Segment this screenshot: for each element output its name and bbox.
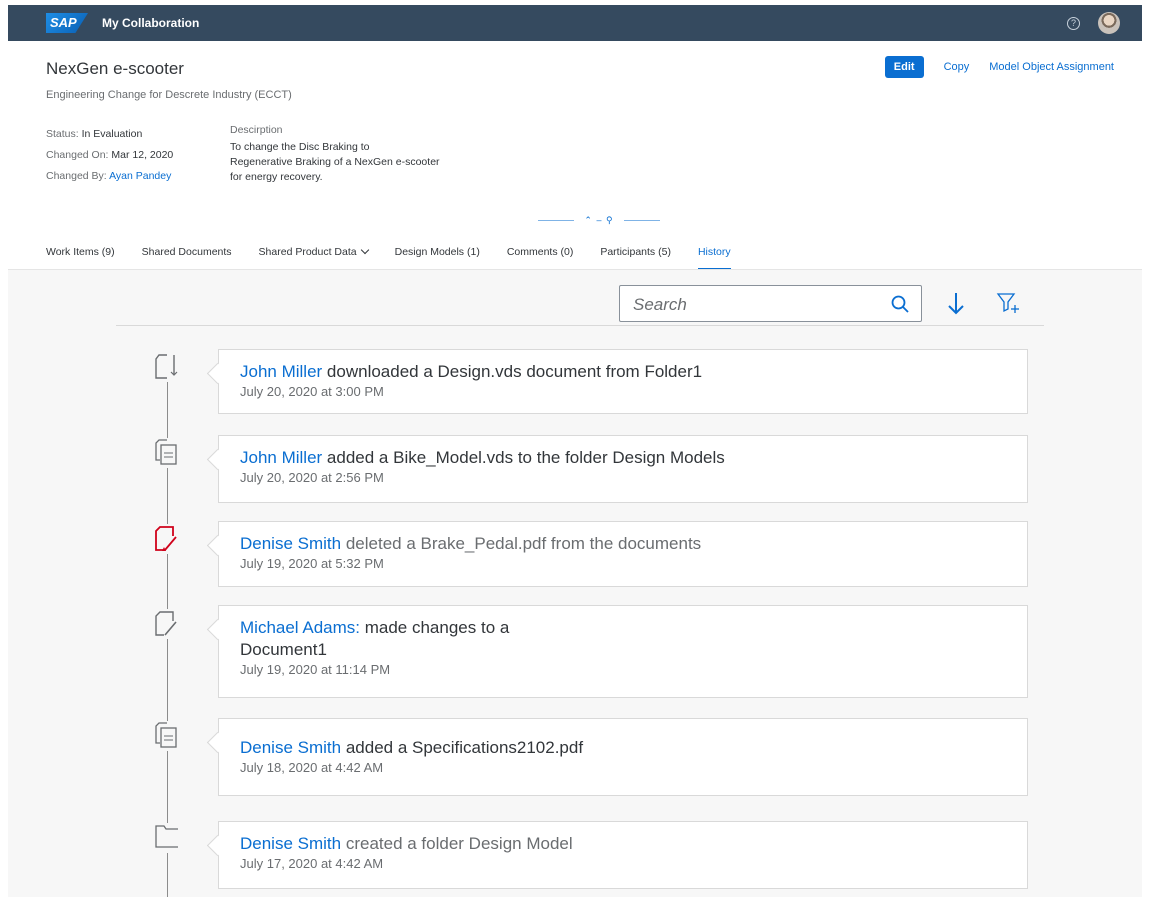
status-label: Status: [46, 128, 79, 140]
history-action: created a folder Design Model [341, 834, 573, 853]
tab-bar: Work Items (9) Shared Documents Shared P… [46, 245, 758, 270]
help-icon[interactable]: ? [1067, 16, 1080, 30]
tab-shared-documents[interactable]: Shared Documents [142, 246, 232, 270]
history-text: John Miller downloaded a Design.vds docu… [240, 361, 1027, 383]
document-delete-icon [153, 524, 183, 554]
tab-comments[interactable]: Comments (0) [507, 246, 574, 270]
history-timestamp: July 17, 2020 at 4:42 AM [240, 856, 384, 871]
history-text: Denise Smith created a folder Design Mod… [240, 833, 1027, 855]
user-link[interactable]: Denise Smith [240, 534, 341, 553]
header-attributes: Status: In Evaluation Changed On: Mar 12… [46, 124, 173, 187]
changed-on-value: Mar 12, 2020 [111, 149, 174, 161]
history-text: Denise Smith deleted a Brake_Pedal.pdf f… [240, 533, 1027, 555]
description-text: To change the Disc Braking to Regenerati… [230, 140, 470, 185]
history-action: made changes to a [360, 618, 510, 637]
documents-copy-icon [153, 438, 183, 468]
document-edit-icon [153, 609, 183, 639]
history-item: John Miller downloaded a Design.vds docu… [218, 349, 1028, 414]
description-label: Descirption [230, 124, 283, 136]
history-item: Michael Adams: made changes to a Documen… [218, 605, 1028, 698]
description-line: To change the Disc Braking to [230, 141, 370, 153]
shell-bar: SAP My Collaboration ? [8, 5, 1142, 41]
sort-descending-icon[interactable] [946, 291, 966, 317]
model-object-assignment-button[interactable]: Model Object Assignment [989, 61, 1114, 73]
toolbar-divider [116, 325, 1044, 326]
tab-history[interactable]: History [697, 246, 731, 270]
page-title: NexGen e-scooter [46, 59, 184, 78]
history-text: Michael Adams: made changes to a [240, 617, 1027, 639]
history-action: added a Bike_Model.vds to the folder Des… [322, 448, 725, 467]
tab-work-items[interactable]: Work Items (9) [46, 246, 115, 270]
header-actions: Edit Copy Model Object Assignment [884, 56, 1114, 78]
collapse-pin-icon[interactable]: ⌃ – ⚲ [574, 214, 624, 226]
status-value: In Evaluation [81, 128, 143, 140]
page-subtitle: Engineering Change for Descrete Industry… [46, 89, 292, 101]
user-link[interactable]: Michael Adams: [240, 618, 360, 637]
history-content: Search John Miller downloaded a Design.v… [8, 269, 1142, 897]
history-timestamp: July 18, 2020 at 4:42 AM [240, 760, 384, 775]
changed-on-label: Changed On: [46, 149, 109, 161]
history-action: added a Specifications2102.pdf [341, 738, 584, 757]
description-line: Regenerative Braking of a NexGen e-scoot… [230, 156, 440, 168]
history-timestamp: July 20, 2020 at 3:00 PM [240, 384, 384, 399]
copy-button[interactable]: Copy [944, 61, 970, 73]
history-text: Denise Smith added a Specifications2102.… [240, 737, 1027, 759]
search-icon[interactable] [891, 295, 909, 313]
filter-icon[interactable] [996, 291, 1022, 315]
history-text-continued: Document1 [240, 640, 327, 659]
folder-icon [153, 823, 183, 853]
document-download-icon [153, 352, 183, 382]
history-action: deleted a Brake_Pedal.pdf from the docum… [341, 534, 702, 553]
documents-add-icon [153, 721, 183, 751]
description-line: for energy recovery. [230, 171, 323, 183]
search-field[interactable]: Search [619, 285, 922, 322]
history-timestamp: July 19, 2020 at 11:14 PM [240, 662, 391, 677]
history-item: Denise Smith deleted a Brake_Pedal.pdf f… [218, 521, 1028, 587]
object-header: NexGen e-scooter Engineering Change for … [8, 41, 1142, 270]
user-link[interactable]: Denise Smith [240, 738, 341, 757]
history-item: John Miller added a Bike_Model.vds to th… [218, 435, 1028, 503]
search-input[interactable]: Search [633, 295, 687, 315]
changed-by-label: Changed By: [46, 170, 107, 182]
tab-shared-product-data[interactable]: Shared Product Data [258, 245, 369, 270]
app-title: My Collaboration [102, 16, 200, 30]
changed-by-link[interactable]: Ayan Pandey [109, 170, 171, 182]
user-link[interactable]: John Miller [240, 448, 322, 467]
sap-logo[interactable]: SAP [46, 13, 88, 33]
tab-participants[interactable]: Participants (5) [600, 246, 671, 270]
edit-button[interactable]: Edit [884, 56, 924, 78]
history-action: downloaded a Design.vds document from Fo… [322, 362, 703, 381]
tab-label: Shared Product Data [258, 246, 357, 258]
user-avatar[interactable] [1098, 12, 1120, 34]
history-timestamp: July 19, 2020 at 5:32 PM [240, 556, 384, 571]
tab-design-models[interactable]: Design Models (1) [395, 246, 480, 270]
history-item: Denise Smith created a folder Design Mod… [218, 821, 1028, 889]
history-item: Denise Smith added a Specifications2102.… [218, 718, 1028, 796]
user-link[interactable]: John Miller [240, 362, 322, 381]
header-collapse-control[interactable]: ⌃ – ⚲ [538, 214, 660, 226]
history-text: John Miller added a Bike_Model.vds to th… [240, 447, 1027, 469]
description: Descirption To change the Disc Braking t… [230, 124, 470, 185]
history-timestamp: July 20, 2020 at 2:56 PM [240, 470, 384, 485]
chevron-down-icon [360, 245, 369, 255]
user-link[interactable]: Denise Smith [240, 834, 341, 853]
